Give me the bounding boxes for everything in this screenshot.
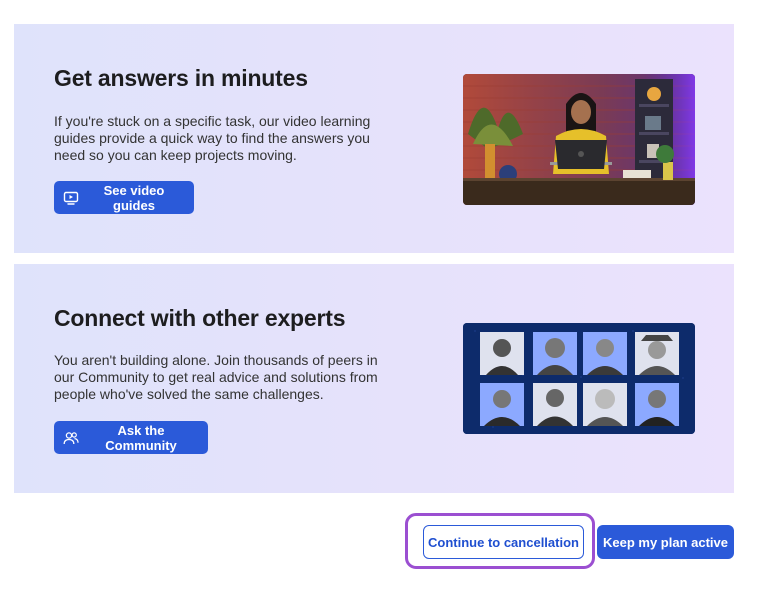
see-video-guides-label: See video guides xyxy=(103,182,165,213)
community-title: Connect with other experts xyxy=(54,305,346,331)
video-play-icon xyxy=(63,190,79,206)
video-guide-thumbnail xyxy=(463,74,695,205)
continue-to-cancellation-button[interactable]: Continue to cancellation xyxy=(423,525,584,559)
community-description: You aren't building alone. Join thousand… xyxy=(54,352,378,402)
community-card: Connect with other experts You aren't bu… xyxy=(14,264,734,493)
video-guides-card: Get answers in minutes If you're stuck o… xyxy=(14,24,734,253)
see-video-guides-button[interactable]: See video guides xyxy=(54,181,194,214)
keep-plan-active-button[interactable]: Keep my plan active xyxy=(597,525,734,559)
community-members-image xyxy=(463,323,695,434)
ask-the-community-button[interactable]: Ask the Community xyxy=(54,421,208,454)
people-icon xyxy=(63,430,79,446)
video-guides-title: Get answers in minutes xyxy=(54,65,308,91)
ask-the-community-label: Ask the Community xyxy=(105,422,177,453)
video-guides-description: If you're stuck on a specific task, our … xyxy=(54,113,371,163)
